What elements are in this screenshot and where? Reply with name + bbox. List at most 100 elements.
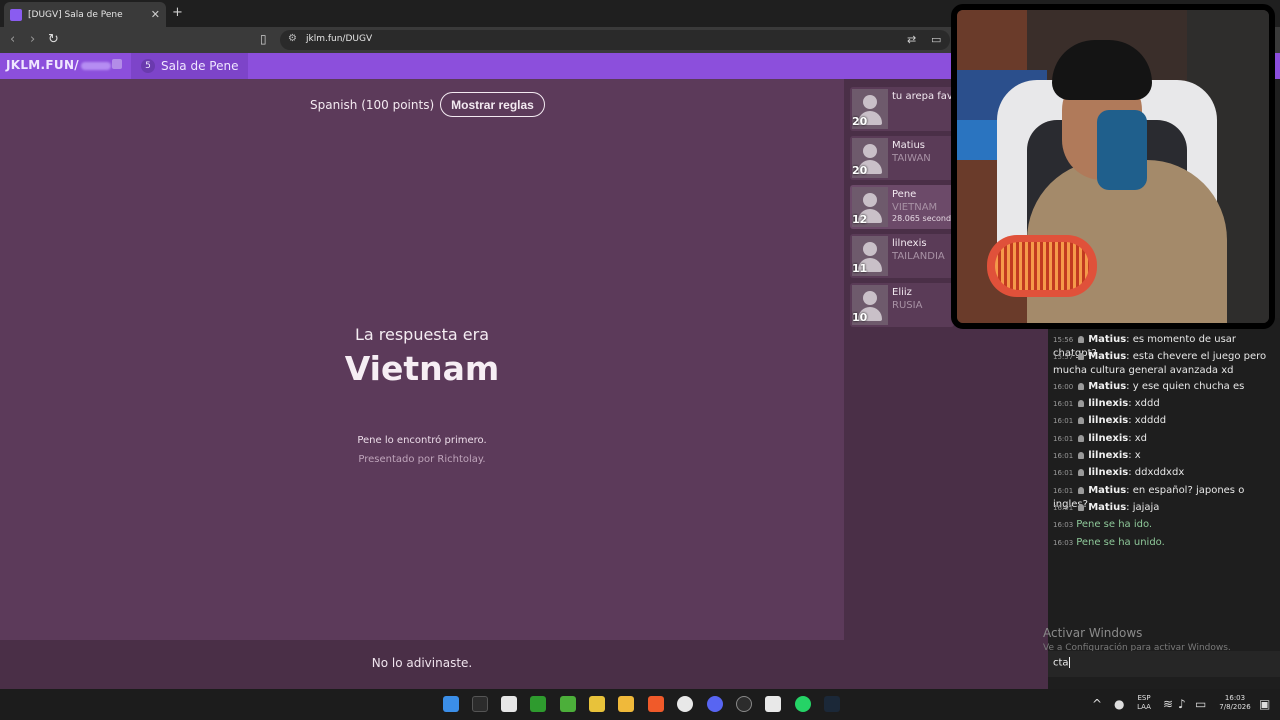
player-card[interactable]: 12 Pene VIETNAM 28.065 second — [850, 185, 954, 229]
chat-user[interactable]: Matius — [1088, 351, 1126, 362]
player-score: 11 — [852, 262, 868, 275]
chat-message: 16:01 lilnexis: x — [1053, 449, 1275, 463]
player-card[interactable]: 20 Matius TAIWAN — [850, 136, 954, 180]
player-card[interactable]: 10 Eliiz RUSIA — [850, 283, 954, 327]
xbox-icon[interactable] — [530, 696, 546, 712]
windows-taskbar: ^ ● ESP LAA ≋ ♪ ▭ 16:03 7/8/2026 ▣ — [0, 689, 1280, 720]
chat-text: : x — [1128, 450, 1141, 461]
chat-message: 16:01 lilnexis: ddxddxdx — [1053, 466, 1275, 480]
new-tab-button[interactable]: + — [172, 5, 183, 20]
capcut-icon[interactable] — [765, 696, 781, 712]
steam-icon[interactable] — [824, 696, 840, 712]
answer-intro: La respuesta era — [354, 325, 490, 344]
chat-user[interactable]: lilnexis — [1088, 450, 1128, 461]
chat-text: : esta chevere el juego pero mucha cultu… — [1053, 351, 1267, 376]
chat-time: 16:03 — [1053, 539, 1074, 547]
cam-microphone — [995, 242, 1089, 290]
microphone-icon[interactable]: ● — [1114, 697, 1124, 711]
chat-input[interactable]: cta — [1048, 651, 1280, 677]
player-name: Pene — [892, 189, 917, 200]
chat-time: 16:00 — [1053, 383, 1074, 391]
chat-time: 15:57 — [1053, 353, 1074, 361]
chat-input-value: cta — [1053, 657, 1070, 669]
webcam-overlay — [951, 4, 1275, 329]
site-logo[interactable]: JKLM.FUN/ — [6, 58, 111, 72]
reload-icon[interactable]: ↻ — [48, 32, 59, 47]
battery-icon[interactable]: ▭ — [1195, 697, 1206, 711]
back-icon[interactable]: ‹ — [10, 32, 15, 47]
url-field[interactable]: ⚙ jklm.fun/DUGV — [280, 30, 950, 50]
chevron-up-icon[interactable]: ^ — [1092, 697, 1102, 711]
chat-user[interactable]: Matius — [1088, 502, 1126, 513]
chat-message: 16:01 lilnexis: xdddd — [1053, 414, 1275, 428]
chat-time: 16:03 — [1053, 521, 1074, 529]
user-icon — [1078, 399, 1085, 407]
chat-time: 16:01 — [1053, 452, 1074, 460]
game-status-bar: No lo adivinaste. — [0, 640, 844, 689]
chat-text: : ddxddxdx — [1128, 467, 1185, 478]
player-count-badge: 5 — [141, 59, 155, 73]
chat-user[interactable]: lilnexis — [1088, 433, 1128, 444]
windows-activation-title: Activar Windows — [1043, 626, 1143, 640]
windows-start-icon[interactable] — [443, 696, 459, 712]
player-name: Matius — [892, 140, 926, 151]
user-icon — [1078, 486, 1085, 494]
chat-text: : xddd — [1128, 398, 1160, 409]
show-rules-button[interactable]: Mostrar reglas — [440, 92, 545, 117]
app-icon[interactable] — [589, 696, 605, 712]
chat-user[interactable]: Matius — [1088, 485, 1126, 496]
blurred-room-code — [80, 61, 111, 70]
chat-user[interactable]: Matius — [1088, 381, 1126, 392]
cam-person — [1052, 40, 1152, 100]
chat-message: 16:00 Matius: y ese quien chucha es — [1053, 380, 1275, 394]
wifi-icon[interactable]: ≋ — [1163, 697, 1173, 711]
game-area: Spanish (100 points) Mostrar reglas La r… — [0, 79, 844, 640]
player-score: 20 — [852, 115, 868, 128]
discord-icon[interactable] — [707, 696, 723, 712]
cast-icon[interactable]: ▭ — [931, 33, 941, 46]
chat-user[interactable]: lilnexis — [1088, 398, 1128, 409]
player-country: TAIWAN — [892, 153, 931, 164]
chat-system-message: 16:03 Pene se ha ido. — [1053, 518, 1275, 532]
obs-icon[interactable] — [736, 696, 752, 712]
clock-date: 7/8/2026 — [1219, 703, 1251, 711]
minecraft-icon[interactable] — [560, 696, 576, 712]
whatsapp-icon[interactable] — [795, 696, 811, 712]
chat-text: : xd — [1128, 433, 1148, 444]
keyboard-layout: LAA — [1137, 703, 1151, 711]
forward-icon[interactable]: › — [30, 32, 35, 47]
chat-message: 16:01 Matius: jajaja — [1053, 501, 1275, 515]
site-favicon-icon — [10, 8, 22, 21]
player-card[interactable]: 20 tu arepa fav — [850, 87, 954, 131]
chat-user[interactable]: lilnexis — [1088, 415, 1128, 426]
url-text: jklm.fun/DUGV — [306, 34, 373, 44]
clock[interactable]: 16:03 7/8/2026 — [1214, 694, 1256, 712]
player-score: 12 — [852, 213, 868, 226]
bookmark-icon[interactable]: ▯ — [260, 32, 267, 46]
chat-system-message: 16:03 Pene se ha unido. — [1053, 536, 1275, 550]
chat-user[interactable]: Matius — [1088, 334, 1126, 345]
language-indicator[interactable]: ESP LAA — [1134, 694, 1154, 712]
found-first-text: Pene lo encontró primero. — [357, 435, 487, 446]
close-tab-icon[interactable]: ✕ — [151, 8, 160, 21]
player-score: 20 — [852, 164, 868, 177]
notifications-icon[interactable]: ▣ — [1259, 697, 1270, 711]
lock-icon — [112, 59, 122, 69]
store-icon[interactable] — [501, 696, 517, 712]
chat-time: 16:01 — [1053, 417, 1074, 425]
clock-time: 16:03 — [1224, 694, 1246, 702]
chat-text: Pene se ha unido. — [1076, 537, 1165, 548]
browser-tab[interactable]: [DUGV] Sala de Pene ✕ — [4, 2, 166, 27]
room-info[interactable]: 5 Sala de Pene — [131, 53, 249, 79]
presented-by-text: Presentado por Richtolay. — [358, 454, 486, 465]
site-info-icon[interactable]: ⚙ — [288, 33, 297, 44]
chrome-icon[interactable] — [677, 696, 693, 712]
translate-icon[interactable]: ⇄ — [907, 33, 916, 46]
task-view-icon[interactable] — [472, 696, 488, 712]
volume-icon[interactable]: ♪ — [1178, 697, 1186, 711]
chat-user[interactable]: lilnexis — [1088, 467, 1128, 478]
file-explorer-icon[interactable] — [618, 696, 634, 712]
player-card[interactable]: 11 lilnexis TAILANDIA — [850, 234, 954, 278]
brave-browser-icon[interactable] — [648, 696, 664, 712]
player-country: TAILANDIA — [892, 251, 945, 262]
